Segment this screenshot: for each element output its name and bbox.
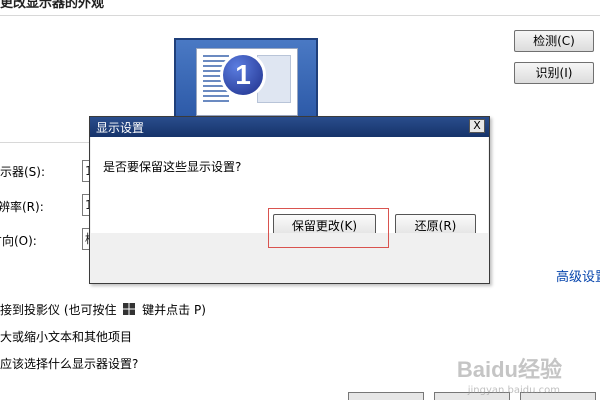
- watermark: Baidu经验 jingyan.baidu.com: [330, 346, 570, 396]
- watermark-sub: jingyan.baidu.com: [467, 385, 560, 396]
- page-title: 更改显示器的外观: [0, 0, 105, 11]
- display-label: 显示器(S):: [0, 165, 46, 179]
- header-divider: [0, 15, 600, 16]
- projector-line[interactable]: 连接到投影仪 (也可按住 键并点击 P): [0, 301, 206, 318]
- detect-button[interactable]: 检测(C): [514, 30, 594, 52]
- monitor-thumbnail[interactable]: 1: [174, 38, 318, 124]
- windows-logo-icon: [123, 303, 136, 315]
- projector-text-start: 连接到投影仪 (也可按住: [0, 303, 117, 317]
- identify-button[interactable]: 识别(I): [514, 62, 594, 84]
- monitor-number-badge: 1: [220, 52, 266, 98]
- text-size-link[interactable]: 放大或缩小文本和其他项目: [0, 328, 132, 345]
- section-divider: [0, 142, 96, 143]
- dialog-titlebar[interactable]: 显示设置 X: [90, 117, 489, 137]
- close-icon[interactable]: X: [469, 119, 485, 133]
- highlight-annotation: [268, 208, 389, 248]
- resolution-label: 分辨率(R):: [0, 200, 44, 214]
- watermark-main: Baidu经验: [456, 357, 562, 382]
- dialog-message: 是否要保留这些显示设置?: [103, 160, 242, 174]
- display-settings-dialog: 显示设置 X 是否要保留这些显示设置? 保留更改(K) 还原(R): [89, 116, 490, 284]
- dialog-title: 显示设置: [96, 121, 145, 135]
- projector-text-end: 键并点击 P): [142, 303, 206, 317]
- which-settings-link[interactable]: 我应该选择什么显示器设置?: [0, 355, 138, 372]
- orientation-label: 方向(O):: [0, 234, 37, 248]
- advanced-settings-link[interactable]: 高级设置: [556, 266, 600, 285]
